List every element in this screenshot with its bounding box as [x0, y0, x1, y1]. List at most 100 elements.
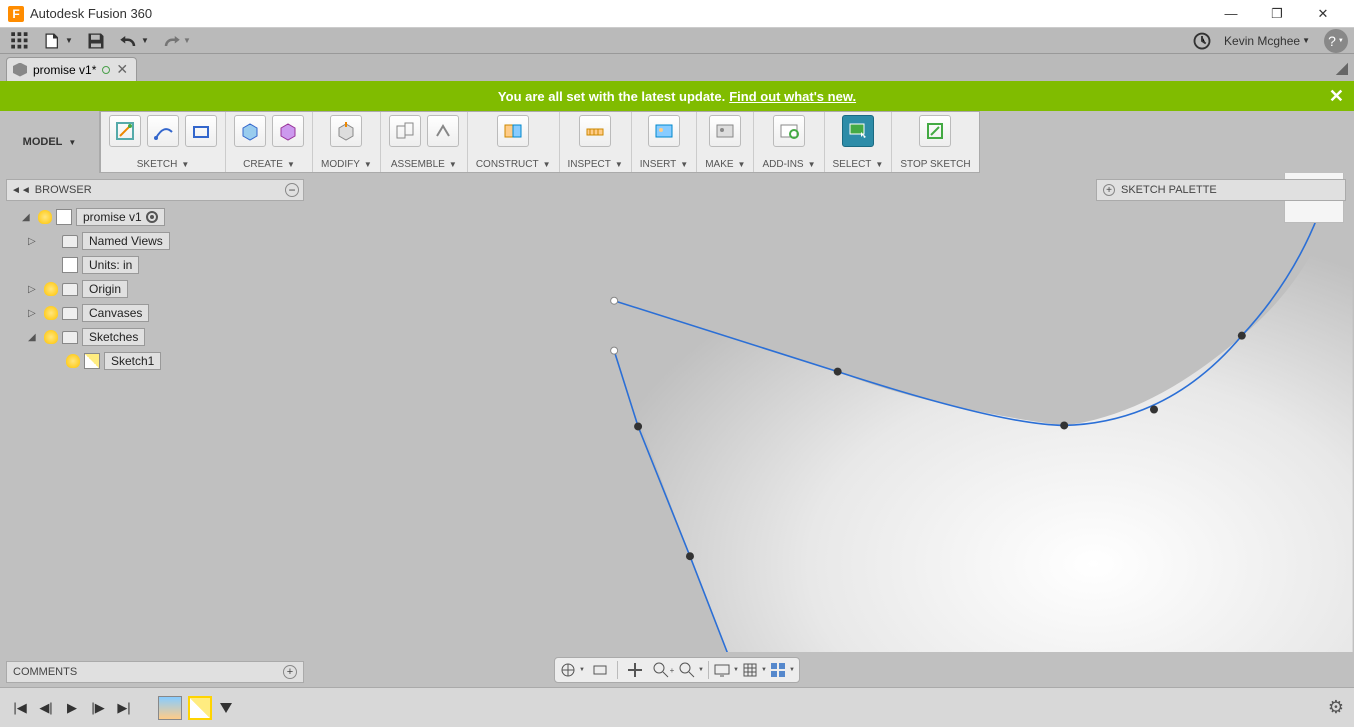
timeline-feature-sketch[interactable]	[188, 696, 212, 720]
close-window-button[interactable]: ✕	[1300, 0, 1346, 28]
timeline-play-button[interactable]: ▶	[62, 698, 82, 718]
tabbar-expand-icon[interactable]: ◢	[1336, 58, 1348, 78]
grid-settings-button[interactable]	[741, 659, 767, 681]
document-tab[interactable]: promise v1* ✕	[6, 57, 137, 81]
tab-close-button[interactable]: ✕	[116, 61, 128, 78]
timeline-start-button[interactable]: |◀	[10, 698, 30, 718]
timeline-feature-canvas[interactable]	[158, 696, 182, 720]
expand-icon[interactable]: ▷	[28, 236, 40, 247]
ribbon-sketch-label[interactable]: SKETCH	[137, 159, 189, 170]
recovery-save-icon[interactable]	[102, 66, 110, 74]
box-tool-icon[interactable]	[234, 115, 266, 147]
ribbon-group-assemble: ASSEMBLE	[381, 112, 468, 172]
user-name-label: Kevin Mcghee	[1224, 34, 1300, 48]
fit-button[interactable]	[678, 659, 704, 681]
expand-comments-icon[interactable]: +	[283, 665, 297, 679]
help-button[interactable]: ?	[1324, 29, 1348, 53]
zoom-button[interactable]: +	[650, 659, 676, 681]
orbit-button[interactable]	[559, 659, 585, 681]
press-pull-icon[interactable]	[330, 115, 362, 147]
tree-item-label: Units: in	[82, 256, 139, 274]
notification-close-button[interactable]: ✕	[1329, 86, 1344, 107]
document-icon	[62, 257, 78, 273]
notification-link[interactable]: Find out what's new.	[729, 89, 856, 104]
tree-named-views[interactable]: ▷ Named Views	[6, 229, 304, 253]
tree-item-label: Named Views	[82, 232, 170, 250]
extrude-tool-icon[interactable]	[272, 115, 304, 147]
print-3d-icon[interactable]	[709, 115, 741, 147]
active-component-radio[interactable]	[146, 211, 158, 223]
ribbon-make-label[interactable]: MAKE	[705, 159, 745, 170]
tree-units[interactable]: Units: in	[6, 253, 304, 277]
timeline-prev-button[interactable]: ◀|	[36, 698, 56, 718]
workspace-switcher[interactable]: MODEL	[13, 130, 87, 154]
expand-icon[interactable]: ▷	[28, 284, 40, 295]
tree-canvases[interactable]: ▷ Canvases	[6, 301, 304, 325]
navigation-toolbar: +	[554, 657, 800, 683]
look-at-button[interactable]	[587, 659, 613, 681]
expand-icon[interactable]: ◢	[22, 212, 34, 223]
stop-sketch-icon[interactable]	[919, 115, 951, 147]
addins-icon[interactable]	[773, 115, 805, 147]
measure-icon[interactable]	[579, 115, 611, 147]
lightbulb-icon[interactable]	[44, 282, 58, 296]
ribbon-assemble-label[interactable]: ASSEMBLE	[391, 159, 457, 170]
file-menu-button[interactable]	[40, 30, 76, 52]
new-component-icon[interactable]	[389, 115, 421, 147]
ribbon-select-label[interactable]: SELECT	[833, 159, 884, 170]
ribbon-construct-label[interactable]: CONSTRUCT	[476, 159, 551, 170]
lightbulb-icon[interactable]	[44, 306, 58, 320]
create-sketch-icon[interactable]	[109, 115, 141, 147]
rectangle-tool-icon[interactable]	[185, 115, 217, 147]
pan-button[interactable]	[622, 659, 648, 681]
sketch-palette-header[interactable]: + SKETCH PALETTE	[1096, 179, 1346, 201]
tree-sketch1[interactable]: Sketch1	[6, 349, 304, 373]
ribbon-inspect-label[interactable]: INSPECT	[568, 159, 623, 170]
timeline-end-button[interactable]: ▶|	[114, 698, 134, 718]
grid-menu-button[interactable]	[6, 30, 34, 52]
select-tool-icon[interactable]	[842, 115, 874, 147]
tree-item-label: Canvases	[82, 304, 149, 322]
line-tool-icon[interactable]	[147, 115, 179, 147]
ribbon-create-label[interactable]: CREATE	[243, 159, 295, 170]
tree-sketches[interactable]: ◢ Sketches	[6, 325, 304, 349]
minimize-button[interactable]: ―	[1208, 0, 1254, 28]
quick-access-toolbar: Kevin Mcghee ?	[0, 28, 1354, 54]
insert-decal-icon[interactable]	[648, 115, 680, 147]
redo-button[interactable]	[158, 30, 194, 52]
expand-icon[interactable]: ◢	[28, 332, 40, 343]
undo-button[interactable]	[116, 30, 152, 52]
expand-icon[interactable]: ▷	[28, 308, 40, 319]
ribbon-group-insert: INSERT	[632, 112, 697, 172]
tree-root[interactable]: ◢ promise v1	[6, 205, 304, 229]
app-logo-icon: F	[8, 6, 24, 22]
ribbon-insert-label[interactable]: INSERT	[640, 159, 688, 170]
job-status-icon[interactable]	[1188, 30, 1216, 52]
joint-icon[interactable]	[427, 115, 459, 147]
ribbon-modify-label[interactable]: MODIFY	[321, 159, 372, 170]
title-bar: F Autodesk Fusion 360 ― ❐ ✕	[0, 0, 1354, 28]
expand-palette-icon[interactable]: +	[1103, 184, 1115, 196]
timeline-next-button[interactable]: |▶	[88, 698, 108, 718]
browser-header[interactable]: ◄◄ BROWSER −	[6, 179, 304, 201]
comments-panel-header[interactable]: COMMENTS +	[6, 661, 304, 683]
save-button[interactable]	[82, 30, 110, 52]
timeline-playhead[interactable]	[220, 703, 232, 713]
construct-plane-icon[interactable]	[497, 115, 529, 147]
ribbon-stop-label[interactable]: STOP SKETCH	[900, 159, 970, 170]
viewport[interactable]: FRONT ◄◄ BROWSER − ◢ promise v1 ▷ Named …	[0, 173, 1354, 652]
timeline-settings-button[interactable]: ⚙	[1328, 697, 1344, 718]
browser-collapse-icon[interactable]: ◄◄	[11, 185, 31, 196]
tree-origin[interactable]: ▷ Origin	[6, 277, 304, 301]
ribbon-addins-label[interactable]: ADD-INS	[762, 159, 815, 170]
lightbulb-icon[interactable]	[38, 210, 52, 224]
lightbulb-icon[interactable]	[44, 330, 58, 344]
display-settings-button[interactable]	[713, 659, 739, 681]
browser-minimize-icon[interactable]: −	[285, 183, 299, 197]
maximize-button[interactable]: ❐	[1254, 0, 1300, 28]
lightbulb-icon[interactable]	[66, 354, 80, 368]
mode-label: MODEL	[23, 136, 63, 148]
user-menu[interactable]: Kevin Mcghee	[1216, 34, 1318, 48]
browser-tree: ◢ promise v1 ▷ Named Views Units: in ▷	[6, 201, 304, 377]
viewport-layout-button[interactable]	[769, 659, 795, 681]
